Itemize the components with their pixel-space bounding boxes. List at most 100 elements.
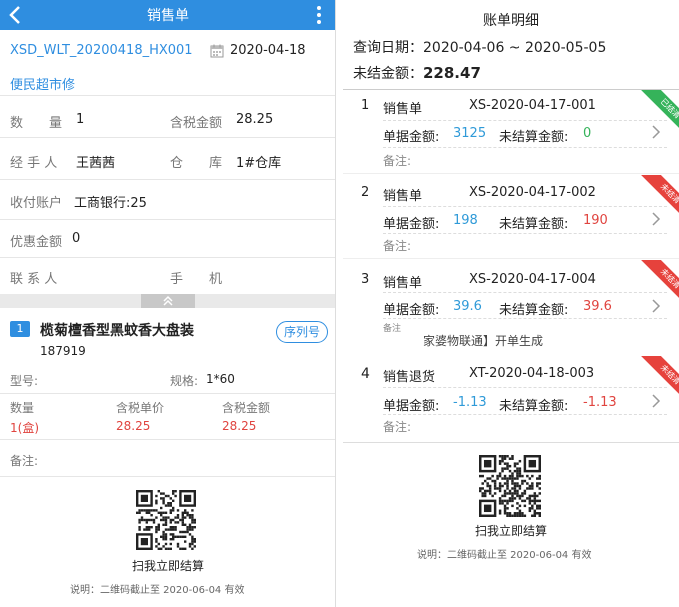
serial-number-button[interactable]: 序列号 — [276, 321, 328, 343]
account-row[interactable]: 收付账户 工商银行:25 — [0, 180, 335, 220]
discount-row[interactable]: 优惠金额 0 — [0, 220, 335, 258]
entry-doc-number: XS-2020-04-17-004 — [469, 272, 596, 287]
bill-entry[interactable]: 未结清 3 销售单 XS-2020-04-17-004 单据金额: 39.6 未… — [343, 260, 679, 334]
entry-doc-number: XS-2020-04-17-002 — [469, 185, 596, 200]
dashed-divider — [383, 414, 667, 415]
remark-label-partial: 备注 — [383, 324, 402, 334]
entry-doc-number: XS-2020-04-17-001 — [469, 98, 596, 113]
unsettled-label: 未结算金额: — [499, 303, 569, 318]
chevron-right-icon — [652, 394, 661, 408]
unsettled-label: 未结算金额: — [499, 130, 569, 145]
item-qty-label: 数量 — [10, 401, 35, 415]
spec-label: 规格: — [170, 374, 199, 388]
top-bar: 销售单 — [0, 0, 335, 30]
bill-detail-panel: 账单明细 查询日期：2020-04-06 ~ 2020-05-05 未结金额：2… — [343, 0, 679, 607]
unsettled-label: 未结算金额: — [499, 399, 569, 414]
qr-section: 扫我立即结算 说明：二维码截止至 2020-06-04 有效 — [0, 476, 335, 607]
account-label: 收付账户 — [10, 196, 63, 211]
discount-label: 优惠金额 — [10, 235, 63, 250]
item-remark-label: 备注: — [10, 454, 39, 468]
divider — [343, 442, 679, 443]
item-price-row: 数量 含税单价 含税金额 1(盒) 28.25 28.25 — [0, 394, 335, 440]
item-qty-value: 1(盒) — [10, 421, 39, 435]
amount-label: 单据金额: — [383, 217, 440, 232]
unsettled-value: 190 — [583, 213, 608, 228]
more-menu-icon[interactable] — [316, 4, 322, 26]
warehouse-label: 仓 库 — [170, 156, 223, 171]
page-title: 账单明细 — [483, 13, 539, 29]
entry-index: 1 — [361, 98, 370, 113]
bill-entry[interactable]: 未结清 4 销售退货 XT-2020-04-18-003 单据金额: -1.13… — [343, 356, 679, 442]
collapse-toggle-button[interactable] — [141, 294, 195, 308]
item-price-label: 含税单价 — [116, 401, 165, 415]
chevron-right-icon — [652, 125, 661, 139]
bill-entry[interactable]: 未结清 2 销售单 XS-2020-04-17-002 单据金额: 198 未结… — [343, 175, 679, 259]
unsettled-total-label: 未结金额： — [353, 66, 423, 82]
chevron-right-icon — [652, 299, 661, 313]
amount-label: 单据金额: — [383, 399, 440, 414]
spec-value: 1*60 — [206, 372, 235, 386]
dashed-divider — [383, 206, 667, 207]
item-remark-row: 备注: — [0, 440, 335, 476]
qr-note: 说明：二维码截止至 2020-06-04 有效 — [70, 585, 245, 596]
entry-index: 4 — [361, 366, 370, 382]
entry-index: 3 — [361, 272, 370, 287]
bill-date[interactable]: 2020-04-18 — [230, 43, 306, 58]
back-chevron-icon[interactable] — [6, 4, 26, 26]
item-amount-label: 含税金额 — [222, 401, 271, 415]
entry-type: 销售单 — [383, 276, 423, 291]
account-value: 工商银行:25 — [74, 196, 147, 211]
item-amount-value: 28.25 — [222, 419, 257, 433]
item-price-value: 28.25 — [116, 419, 151, 433]
amount-value: 198 — [453, 213, 478, 228]
calendar-icon[interactable] — [210, 44, 224, 58]
phone-label: 手 机 — [170, 272, 223, 287]
page-title: 销售单 — [147, 8, 189, 24]
entry-doc-number: XT-2020-04-18-003 — [469, 366, 595, 381]
handler-label: 经 手 人 — [10, 156, 58, 171]
remark-label: 备注: — [383, 239, 412, 253]
qr-code[interactable] — [479, 455, 541, 517]
amount-value: 39.6 — [453, 299, 482, 314]
warehouse-value[interactable]: 1#仓库 — [236, 152, 281, 171]
bill-entry[interactable]: 已结清 1 销售单 XS-2020-04-17-001 单据金额: 3125 未… — [343, 90, 679, 174]
chevron-right-icon — [652, 212, 661, 226]
bill-number-link[interactable]: XSD_WLT_20200418_HX001 — [10, 43, 193, 58]
qty-label: 数 量 — [10, 116, 63, 131]
dashed-divider — [383, 233, 667, 234]
model-label: 型号: — [10, 374, 39, 388]
contact-label: 联 系 人 — [10, 272, 58, 287]
remark-label: 备注: — [383, 154, 412, 168]
customer-link[interactable]: 便民超市修 — [10, 74, 75, 93]
entry-index: 2 — [361, 185, 370, 200]
dashed-divider — [383, 387, 667, 388]
entry-type: 销售单 — [383, 189, 423, 204]
amount-label: 单据金额: — [383, 130, 440, 145]
qty-value: 1 — [76, 112, 85, 127]
dashed-divider — [383, 292, 667, 293]
tax-amount-value: 28.25 — [236, 112, 274, 127]
amount-value: 3125 — [453, 126, 487, 141]
dashed-divider — [383, 318, 667, 319]
qr-note: 说明：二维码截止至 2020-06-04 有效 — [417, 550, 592, 561]
unsettled-total: 未结金额：228.47 — [353, 63, 481, 83]
handler-value[interactable]: 王茜茜 — [76, 152, 115, 171]
amount-value: -1.13 — [453, 395, 487, 410]
item-code: 187919 — [40, 344, 86, 358]
unsettled-value: 0 — [583, 126, 592, 141]
qr-caption: 扫我立即结算 — [132, 559, 205, 573]
amount-label: 单据金额: — [383, 303, 440, 318]
unsettled-total-value: 228.47 — [423, 64, 481, 82]
tax-amount-label: 含税金额 — [170, 116, 223, 131]
qr-caption: 扫我立即结算 — [475, 524, 548, 538]
unsettled-value: -1.13 — [583, 395, 617, 410]
contact-row: 联 系 人 手 机 — [0, 258, 335, 294]
entry-type: 销售单 — [383, 102, 423, 117]
entry-type: 销售退货 — [383, 370, 436, 385]
dashed-divider — [383, 147, 667, 148]
remark-label: 备注: — [383, 420, 412, 434]
toast-message: 家婆物联通】开单生成 — [423, 334, 544, 348]
dashed-divider — [383, 120, 667, 121]
qr-code[interactable] — [136, 490, 196, 550]
qty-row: 数 量 1 含税金额 28.25 — [0, 96, 335, 138]
